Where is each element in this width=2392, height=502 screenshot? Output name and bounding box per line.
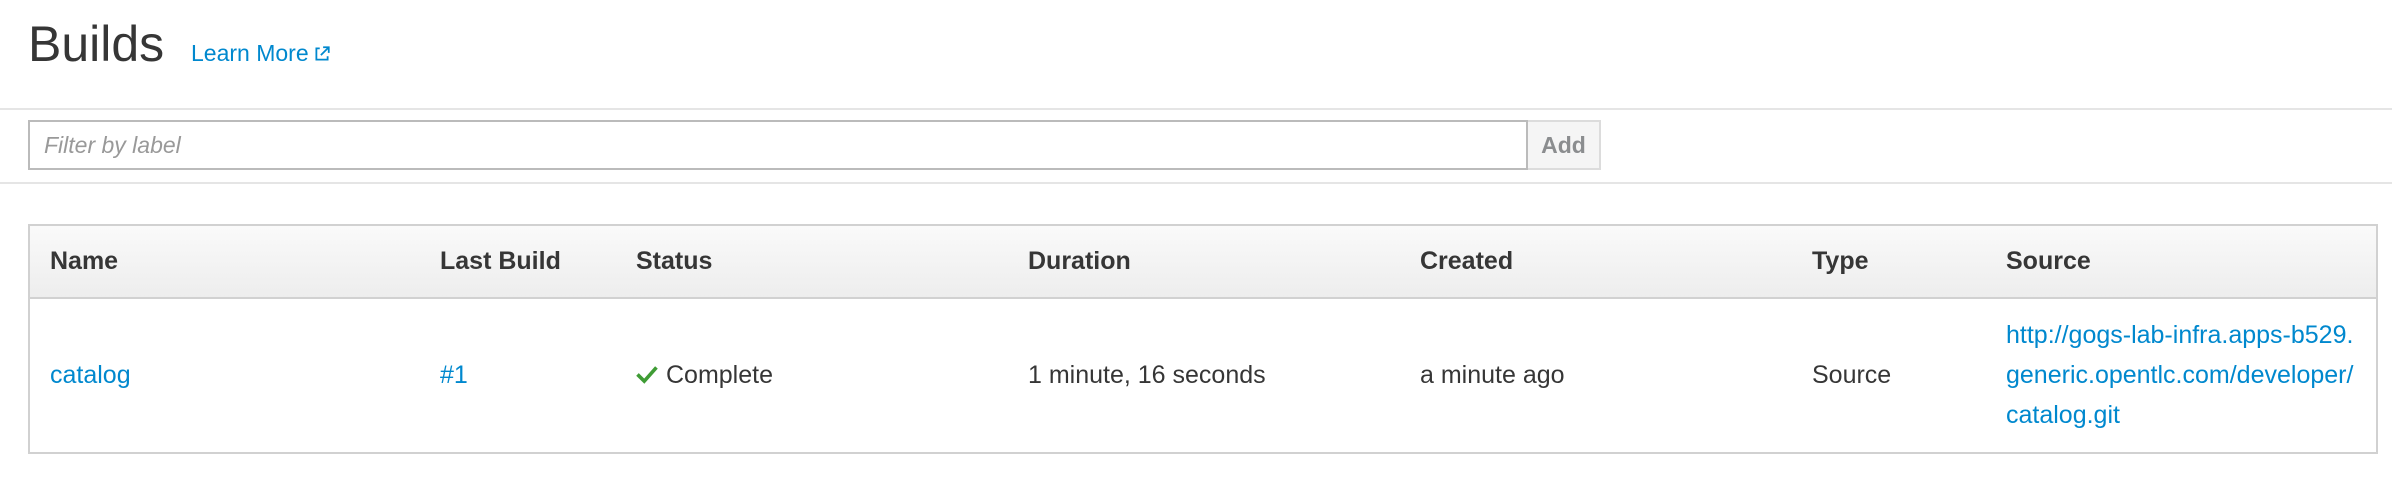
cell-status: Complete: [616, 298, 1008, 451]
build-config-link[interactable]: catalog: [50, 361, 131, 389]
last-build-link[interactable]: #1: [440, 361, 468, 389]
page-title: Builds: [28, 16, 165, 72]
status-text: Complete: [666, 360, 773, 389]
builds-table: Name Last Build Status Duration Created …: [28, 224, 2378, 454]
column-header-type[interactable]: Type: [1792, 226, 1986, 299]
learn-more-link[interactable]: Learn More: [191, 38, 331, 68]
column-header-duration[interactable]: Duration: [1008, 226, 1400, 299]
column-header-status[interactable]: Status: [616, 226, 1008, 299]
cell-name: catalog: [30, 298, 420, 451]
column-header-source[interactable]: Source: [1986, 226, 2376, 299]
column-header-name[interactable]: Name: [30, 226, 420, 299]
cell-last-build: #1: [420, 298, 616, 451]
source-repo-link[interactable]: http://gogs-lab-infra.apps-b529.generic.…: [2006, 315, 2356, 435]
cell-duration: 1 minute, 16 seconds: [1028, 360, 1266, 389]
filter-bar: Add: [0, 110, 2392, 184]
page-header: Builds Learn More: [0, 0, 2392, 110]
builds-page: Builds Learn More Add Name: [0, 0, 2392, 502]
add-filter-button[interactable]: Add: [1528, 120, 1601, 170]
cell-source: http://gogs-lab-infra.apps-b529.generic.…: [1986, 298, 2376, 451]
column-header-created[interactable]: Created: [1400, 226, 1792, 299]
table-row: catalog #1 Complete 1 minute, 16 seconds…: [30, 298, 2376, 451]
filter-by-label-input[interactable]: [28, 120, 1528, 170]
learn-more-label: Learn More: [191, 40, 309, 66]
cell-created: a minute ago: [1420, 360, 1565, 389]
table-header-row: Name Last Build Status Duration Created …: [30, 226, 2376, 299]
cell-type: Source: [1812, 360, 1892, 389]
column-header-last-build[interactable]: Last Build: [420, 226, 616, 299]
check-icon: [636, 365, 658, 384]
external-link-icon: [315, 46, 330, 61]
